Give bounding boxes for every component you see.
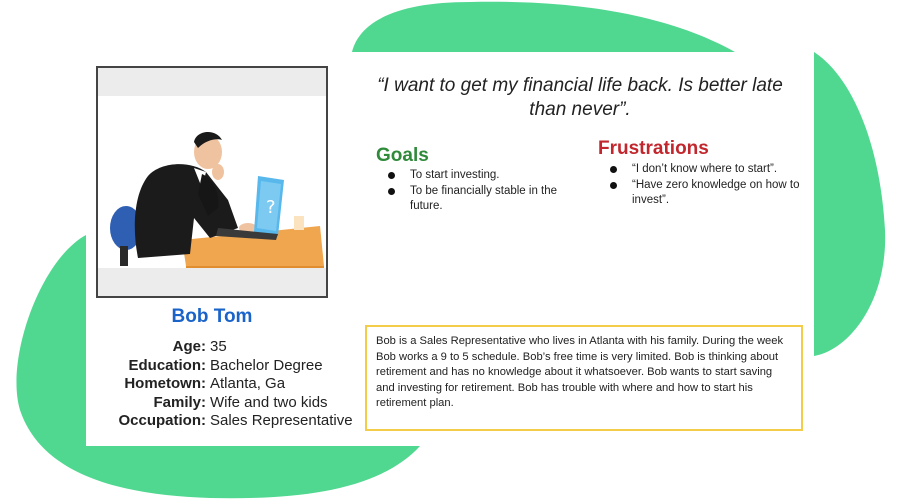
bullet-icon [610,166,617,173]
persona-bio: Bob is a Sales Representative who lives … [365,325,803,431]
age-label: Age: [172,338,206,355]
persona-name: Bob Tom [171,306,253,327]
frustrations-heading: Frustrations [598,138,709,159]
persona-quote: “I want to get my financial life back. I… [377,75,783,120]
bullet-icon [388,188,395,195]
family-label: Family: [153,393,206,411]
frustration-text: “Have zero knowledge on how to invest”. [632,179,800,206]
goals-heading: Goals [376,145,429,166]
education-label: Education: [128,356,207,374]
goal-text: To be financially stable in the future. [410,185,558,212]
frustration-text: “I don’t know where to start”. [632,163,778,175]
age-value: 35 [210,338,227,355]
frustration-item: “I don’t know where to start”. [604,162,804,177]
bullet-icon [388,172,395,179]
goal-item: To be financially stable in the future. [382,184,582,214]
occupation-label: Occupation: [118,412,206,429]
goal-item: To start investing. [382,168,582,183]
persona-info-labels: Age: Education: Hometown: Family: Occupa… [98,338,206,431]
man-at-laptop-illustration: ? [110,131,324,274]
frustrations-list: “I don’t know where to start”. “Have zer… [604,162,804,209]
frustration-item: “Have zero knowledge on how to invest”. [604,178,804,208]
bullet-icon [610,182,617,189]
education-value: Bachelor Degree [210,356,323,374]
hometown-value: Atlanta, Ga [210,375,286,392]
occupation-value: Sales Representative [210,412,353,429]
goal-text: To start investing. [410,169,500,181]
persona-info-values: 35 Bachelor Degree Atlanta, Ga Wife and … [210,338,370,431]
family-value: Wife and two kids [210,393,328,411]
photo-bottom-band [98,268,326,296]
hometown-label: Hometown: [124,375,206,392]
persona-photo: ? [96,66,328,298]
goals-list: To start investing. To be financially st… [382,168,582,215]
svg-text:?: ? [266,197,276,218]
